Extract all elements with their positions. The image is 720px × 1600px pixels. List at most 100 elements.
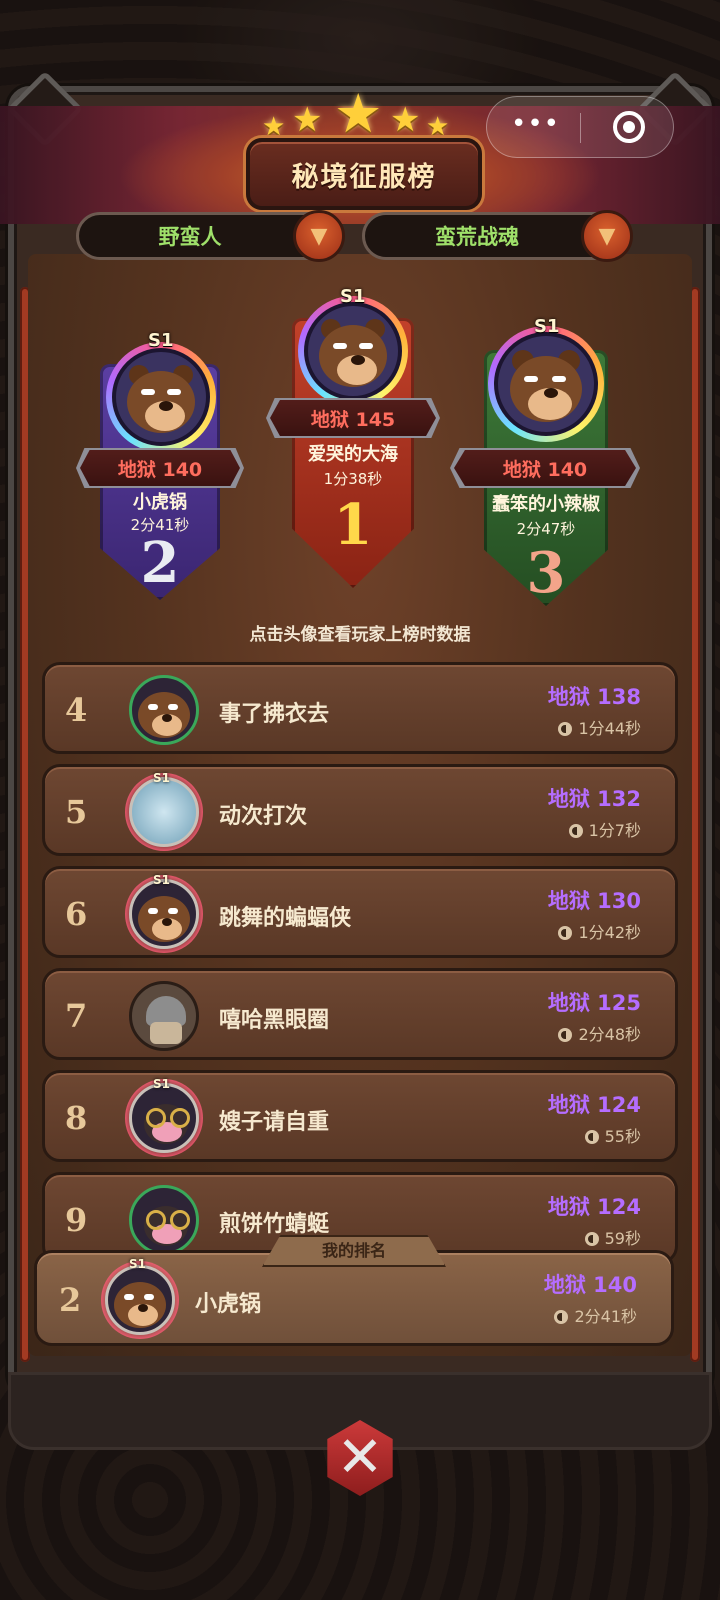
rank-number: 6 [65,895,88,933]
player-score: 地狱 125 [547,991,641,1015]
player-name: 动次打次 [219,804,308,829]
player-name: 小虎锅 [195,1292,262,1317]
player-name: 事了拂衣去 [219,702,330,727]
season-badge: S1 [153,873,170,887]
rank-number: 2 [140,530,180,596]
bear-avatar-icon [108,1268,172,1332]
season-badge: S1 [534,316,560,337]
bear-avatar-icon [132,882,196,946]
rank-number: 5 [65,793,88,831]
capsule-divider [580,113,581,143]
clock-icon [568,824,583,838]
player-score: 地狱 140 [543,1273,637,1297]
page-title: 秘境征服榜 [291,161,437,193]
player-time-row: 2分48秒 [558,1021,641,1045]
player-time-row: 55秒 [584,1123,641,1147]
clock-icon [584,1130,599,1144]
player-score: 地狱 124 [547,1195,641,1219]
avatar[interactable] [488,326,604,442]
season-badge: S1 [129,1257,146,1271]
chevron-down-icon[interactable]: ▼ [581,210,633,262]
star-icon: ★ [390,100,421,140]
player-name: 蠢笨的小辣椒 [492,494,600,515]
clock-icon [558,1028,573,1042]
avatar[interactable] [106,342,216,452]
rank-number: 1 [333,492,373,558]
player-time: 2分41秒 [574,1307,637,1326]
player-name: 嫂子请自重 [219,1110,330,1135]
rank-number: 7 [65,997,88,1035]
player-time: 2分48秒 [578,1025,641,1044]
player-time: 1分44秒 [578,719,641,738]
season-badge: S1 [340,286,366,307]
player-name: 跳舞的蝙蝠侠 [219,906,352,931]
player-score: 地狱 132 [547,787,641,811]
chevron-down-icon[interactable]: ▼ [293,210,345,262]
player-name: 小虎锅 [133,492,187,513]
clock-icon [558,926,573,940]
leaderboard-row[interactable]: 7 嘻哈黑眼圈 地狱 125 2分48秒 [42,968,678,1060]
player-score: 地狱 124 [547,1093,641,1117]
more-icon[interactable]: ••• [511,111,559,141]
player-score: 地狱 138 [547,685,641,709]
player-time: 59秒 [604,1229,641,1248]
clock-icon [558,722,573,736]
player-time-row: 1分7秒 [568,817,641,841]
rank-number: 8 [65,1099,88,1137]
player-name: 嘻哈黑眼圈 [219,1008,330,1033]
rank-number: 9 [65,1201,88,1239]
leaderboard-row[interactable]: 4 事了拂衣去 地狱 138 1分44秒 [42,662,678,754]
avatar[interactable] [129,675,199,745]
player-time: 2分47秒 [516,520,576,538]
bear-avatar-icon [313,311,393,391]
player-time: 55秒 [604,1127,641,1146]
close-icon[interactable]: ✕ [327,1420,393,1496]
rank-number: 3 [526,540,566,606]
podium-rank-3[interactable]: S1 地狱 140 蠢笨的小辣椒 2分47秒 3 [450,314,640,614]
bear-avatar-icon [504,342,588,426]
player-time: 1分7秒 [588,821,641,840]
player-name: 爱哭的大海 [308,444,398,465]
season-badge: S1 [153,771,170,785]
my-rank-label: 我的排名 [262,1235,446,1267]
close-button[interactable]: ✕ [310,1408,410,1508]
avatar[interactable] [129,777,199,847]
star-icon: ★ [292,100,323,140]
clock-icon [554,1310,569,1324]
leaderboard-row[interactable]: 5 S1 动次打次 地狱 132 1分7秒 [42,764,678,856]
player-time-row: 1分44秒 [558,715,641,739]
leaderboard-row[interactable]: 6 S1 跳舞的蝙蝠侠 地狱 130 1分42秒 [42,866,678,958]
star-icon: ★ [334,82,383,145]
avatar[interactable] [129,1083,199,1153]
clock-icon [584,1232,599,1246]
avatar[interactable] [129,1185,199,1255]
player-time: 1分38秒 [323,470,383,488]
build-selector[interactable]: 蛮荒战魂 ▼ [362,210,633,262]
avatar[interactable] [298,296,408,406]
avatar[interactable] [129,981,199,1051]
podium-rank-2[interactable]: S1 地狱 140 小虎锅 2分41秒 2 [76,330,244,610]
avatar[interactable] [105,1265,175,1335]
class-selector[interactable]: 野蛮人 ▼ [76,210,345,262]
player-score: 地狱 130 [547,889,641,913]
avatar[interactable] [129,879,199,949]
player-name: 煎饼竹蜻蜓 [219,1212,330,1237]
season-badge: S1 [153,1077,170,1091]
score-ribbon: 地狱 140 [454,450,636,486]
season-badge: S1 [148,330,174,351]
score-ribbon: 地狱 145 [270,400,436,436]
score-ribbon: 地狱 140 [80,450,240,486]
rank-number: 2 [59,1281,82,1319]
miniprogram-capsule[interactable]: ••• [486,96,674,158]
player-time: 1分42秒 [578,923,641,942]
podium-rank-1[interactable]: S1 地狱 145 爱哭的大海 1分38秒 1 [266,284,440,594]
player-time-row: 2分41秒 [554,1303,637,1327]
rank-number: 4 [65,691,88,729]
hint-text: 点击头像查看玩家上榜时数据 [249,625,471,645]
bear-avatar-icon [121,357,201,437]
stars-decoration: ★ ★ ★ ★ ★ [262,82,458,145]
player-time-row: 1分42秒 [558,919,641,943]
close-miniprogram-icon[interactable] [613,111,645,143]
title-plate: 秘境征服榜 [246,138,482,210]
leaderboard-row[interactable]: 8 S1 嫂子请自重 地狱 124 55秒 [42,1070,678,1162]
